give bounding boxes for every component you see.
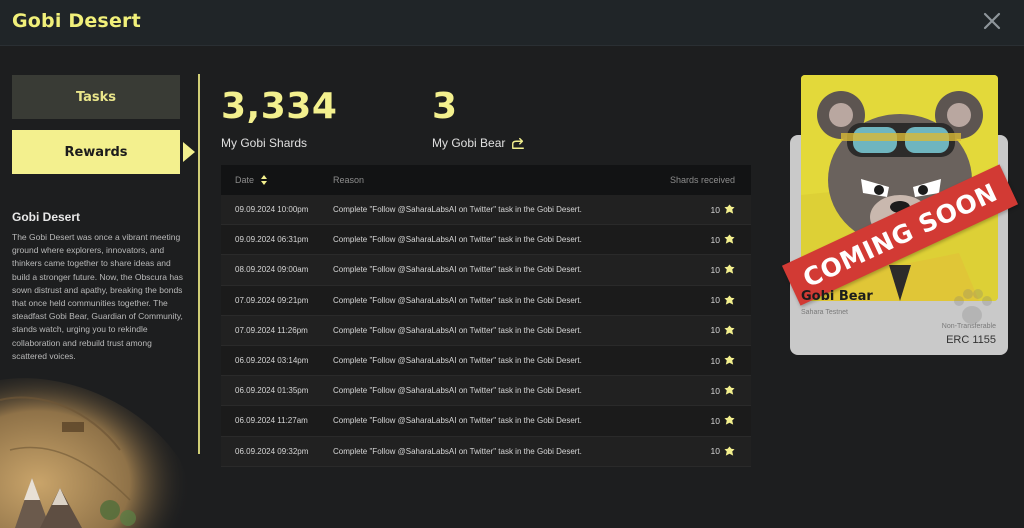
shard-icon xyxy=(724,234,735,244)
close-icon xyxy=(983,12,1001,30)
table-row: 07.09.2024 11:26pm Complete "Follow @Sah… xyxy=(221,315,751,346)
table-row: 06.09.2024 09:32pm Complete "Follow @Sah… xyxy=(221,436,751,467)
description-text: The Gobi Desert was once a vibrant meeti… xyxy=(12,232,184,361)
description-title: Gobi Desert xyxy=(12,210,81,224)
row-reason: Complete "Follow @SaharaLabsAI on Twitte… xyxy=(333,265,582,275)
active-tab-pointer xyxy=(183,142,195,162)
table-row: 09.09.2024 06:31pm Complete "Follow @Sah… xyxy=(221,225,751,256)
row-reason: Complete "Follow @SaharaLabsAI on Twitte… xyxy=(333,235,582,245)
shards-column-header: Shards received xyxy=(669,175,735,185)
row-shards: 10 xyxy=(671,385,751,396)
nft-token-standard: ERC 1155 xyxy=(946,334,996,346)
paw-icon xyxy=(954,289,992,324)
page-title: Gobi Desert xyxy=(12,10,141,32)
shard-icon xyxy=(724,264,735,275)
row-shards-value: 10 xyxy=(710,385,720,396)
row-shards: 10 xyxy=(671,446,751,457)
row-date: 06.09.2024 01:35pm xyxy=(235,386,309,396)
shard-icon xyxy=(724,446,735,456)
bears-label-group: My Gobi Bear xyxy=(432,136,525,150)
table-row: 08.09.2024 09:00am Complete "Follow @Sah… xyxy=(221,255,751,286)
row-reason: Complete "Follow @SaharaLabsAI on Twitte… xyxy=(333,446,582,456)
row-reason: Complete "Follow @SaharaLabsAI on Twitte… xyxy=(333,295,582,305)
table-body: 09.09.2024 10:00pm Complete "Follow @Sah… xyxy=(221,195,751,467)
shards-count: 3,334 xyxy=(221,86,338,127)
row-date: 06.09.2024 03:14pm xyxy=(235,356,309,366)
shard-icon xyxy=(724,415,735,426)
shard-icon xyxy=(724,295,735,305)
table-row: 09.09.2024 10:00pm Complete "Follow @Sah… xyxy=(221,195,751,226)
bears-label: My Gobi Bear xyxy=(432,136,506,150)
sort-icon xyxy=(261,175,268,185)
table-row: 06.09.2024 11:27am Complete "Follow @Sah… xyxy=(221,406,751,437)
shard-icon xyxy=(724,325,735,335)
row-shards: 10 xyxy=(671,204,751,215)
nft-transfer-status: Non-Transferable xyxy=(941,323,996,330)
nft-card[interactable]: COMING SOON Gobi Bear Sahara Testnet Non… xyxy=(781,75,1019,355)
row-reason: Complete "Follow @SaharaLabsAI on Twitte… xyxy=(333,325,582,335)
row-date: 09.09.2024 06:31pm xyxy=(235,235,309,245)
table-row: 06.09.2024 01:35pm Complete "Follow @Sah… xyxy=(221,376,751,407)
bears-count: 3 xyxy=(432,86,458,127)
shards-label: My Gobi Shards xyxy=(221,136,308,150)
date-header-label: Date xyxy=(235,175,255,185)
row-shards: 10 xyxy=(671,295,751,306)
row-date: 09.09.2024 10:00pm xyxy=(235,205,309,215)
table-row: 07.09.2024 09:21pm Complete "Follow @Sah… xyxy=(221,285,751,316)
row-shards: 10 xyxy=(671,264,751,275)
top-bar: Gobi Desert xyxy=(0,0,1024,46)
row-shards-value: 10 xyxy=(710,204,720,215)
desert-map-illustration xyxy=(0,378,191,528)
shard-icon xyxy=(724,385,735,395)
row-shards-value: 10 xyxy=(710,264,720,275)
row-date: 07.09.2024 09:21pm xyxy=(235,295,309,305)
row-reason: Complete "Follow @SaharaLabsAI on Twitte… xyxy=(333,416,582,426)
row-shards-value: 10 xyxy=(710,415,720,426)
row-date: 07.09.2024 11:26pm xyxy=(235,325,308,335)
row-shards: 10 xyxy=(671,355,751,366)
rewards-table: Date Reason Shards received 09.09.2024 1… xyxy=(221,165,751,467)
row-date: 06.09.2024 11:27am xyxy=(235,416,308,426)
shard-icon xyxy=(724,355,735,365)
tab-rewards[interactable]: Rewards xyxy=(12,130,180,174)
row-shards-value: 10 xyxy=(710,295,720,306)
row-date: 08.09.2024 09:00am xyxy=(235,265,309,275)
table-row: 06.09.2024 03:14pm Complete "Follow @Sah… xyxy=(221,345,751,377)
row-reason: Complete "Follow @SaharaLabsAI on Twitte… xyxy=(333,205,582,215)
nft-name: Gobi Bear xyxy=(801,289,873,304)
row-reason: Complete "Follow @SaharaLabsAI on Twitte… xyxy=(333,386,582,396)
date-column-header[interactable]: Date xyxy=(221,175,319,185)
table-header: Date Reason Shards received xyxy=(221,165,751,195)
row-shards-value: 10 xyxy=(710,325,720,336)
reason-column-header: Reason xyxy=(333,175,365,185)
row-reason: Complete "Follow @SaharaLabsAI on Twitte… xyxy=(333,356,582,366)
close-button[interactable] xyxy=(980,9,1004,33)
row-shards-value: 10 xyxy=(710,446,720,457)
row-shards: 10 xyxy=(671,234,751,245)
row-date: 06.09.2024 09:32pm xyxy=(235,446,309,456)
shard-icon xyxy=(724,204,735,214)
row-shards: 10 xyxy=(671,415,751,426)
row-shards-value: 10 xyxy=(710,234,720,245)
share-arrow-icon[interactable] xyxy=(511,136,525,150)
row-shards: 10 xyxy=(671,325,751,336)
nft-network: Sahara Testnet xyxy=(801,309,848,316)
tab-tasks[interactable]: Tasks xyxy=(12,75,180,119)
row-shards-value: 10 xyxy=(710,355,720,366)
